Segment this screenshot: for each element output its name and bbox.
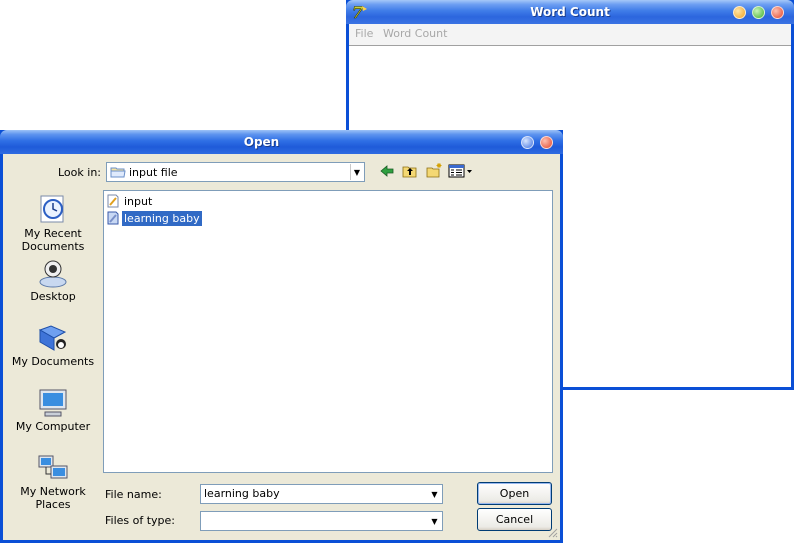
places-my-computer[interactable]: My Computer	[11, 387, 95, 433]
file-name-input[interactable]: learning baby	[204, 487, 280, 500]
desktop-icon	[39, 260, 67, 288]
open-dialog-titlebar[interactable]: Open	[0, 130, 563, 154]
look-in-combo[interactable]: input file ▼	[106, 162, 365, 182]
text-file-icon	[107, 194, 119, 208]
file-name-combo[interactable]: learning baby ▼	[200, 484, 443, 504]
open-button[interactable]: Open	[477, 482, 552, 505]
file-item-input[interactable]: input	[106, 193, 154, 209]
up-folder-icon[interactable]	[401, 162, 419, 180]
menu-word-count[interactable]: Word Count	[383, 27, 447, 40]
word-count-titlebar[interactable]: 7 Word Count	[346, 0, 794, 24]
text-file-icon	[107, 211, 119, 225]
file-list[interactable]: input learning baby	[103, 190, 553, 473]
places-my-documents[interactable]: My Documents	[11, 322, 95, 368]
view-menu-icon[interactable]	[448, 162, 474, 180]
close-icon[interactable]	[771, 6, 784, 19]
chevron-down-icon[interactable]: ▼	[350, 164, 363, 180]
minimize-icon[interactable]	[733, 6, 746, 19]
my-computer-icon	[39, 389, 67, 417]
file-type-combo[interactable]: ▼	[200, 511, 443, 531]
open-dialog-title: Open	[243, 135, 280, 149]
close-icon[interactable]	[540, 136, 553, 149]
chevron-down-icon[interactable]: ▼	[428, 513, 441, 529]
resize-grip-icon[interactable]	[546, 526, 558, 538]
word-count-title: Word Count	[530, 5, 610, 19]
network-places-icon	[38, 455, 68, 479]
places-desktop[interactable]: Desktop	[11, 257, 95, 303]
back-arrow-icon[interactable]	[379, 162, 395, 180]
folder-icon	[110, 167, 126, 178]
look-in-value: input file	[129, 166, 178, 179]
menu-bar: File Word Count	[349, 24, 791, 46]
new-folder-icon[interactable]	[425, 162, 443, 180]
my-documents-icon	[38, 325, 67, 351]
open-dialog: Open Look in: input file ▼ My Recent Doc…	[0, 130, 563, 543]
cancel-button[interactable]: Cancel	[477, 508, 552, 531]
file-type-label: Files of type:	[105, 514, 176, 527]
recent-documents-icon	[40, 195, 64, 223]
file-item-learning-baby[interactable]: learning baby	[106, 210, 202, 226]
open-dialog-body: Look in: input file ▼ My Recent Document…	[3, 154, 560, 540]
maximize-icon[interactable]	[752, 6, 765, 19]
menu-file[interactable]: File	[355, 27, 373, 40]
places-my-recent-documents[interactable]: My Recent Documents	[11, 194, 95, 253]
places-my-network-places[interactable]: My Network Places	[11, 452, 95, 511]
help-icon[interactable]	[521, 136, 534, 149]
look-in-label: Look in:	[58, 166, 101, 179]
file-name-label: File name:	[105, 488, 162, 501]
chevron-down-icon[interactable]: ▼	[428, 486, 441, 502]
